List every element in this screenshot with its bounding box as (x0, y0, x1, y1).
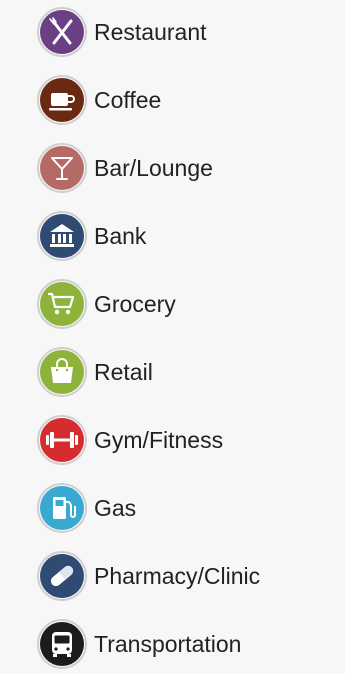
cocktail-glass-icon (37, 143, 87, 193)
legend-item-coffee: Coffee (37, 74, 161, 126)
gas-pump-icon (37, 483, 87, 533)
legend-item-bar-lounge: Bar/Lounge (37, 142, 213, 194)
coffee-cup-icon (37, 75, 87, 125)
legend-item-label: Retail (94, 358, 153, 385)
shopping-cart-icon (37, 279, 87, 329)
legend-item-retail: Retail (37, 346, 153, 398)
category-legend: Restaurant Coffee Bar/Lounge Bank Grocer… (0, 0, 345, 674)
legend-item-label: Transportation (94, 630, 242, 657)
fork-knife-icon (37, 7, 87, 57)
bus-icon (37, 619, 87, 669)
legend-item-label: Gas (94, 494, 137, 521)
legend-item-bank: Bank (37, 210, 146, 262)
legend-item-label: Grocery (94, 290, 176, 317)
legend-item-label: Restaurant (94, 18, 207, 45)
shopping-bag-icon (37, 347, 87, 397)
legend-item-pharmacy-clinic: Pharmacy/Clinic (37, 550, 260, 602)
legend-item-gas: Gas (37, 482, 136, 534)
legend-item-label: Pharmacy/Clinic (94, 562, 261, 589)
dumbbell-icon (37, 415, 87, 465)
legend-item-grocery: Grocery (37, 278, 176, 330)
legend-item-label: Gym/Fitness (94, 426, 224, 453)
bank-building-icon (37, 211, 87, 261)
legend-item-transportation: Transportation (37, 618, 241, 670)
legend-item-label: Bar/Lounge (94, 154, 213, 181)
legend-item-restaurant: Restaurant (37, 6, 207, 58)
legend-item-label: Coffee (94, 86, 162, 113)
legend-item-gym-fitness: Gym/Fitness (37, 414, 223, 466)
legend-item-label: Bank (94, 222, 147, 249)
pill-capsule-icon (37, 551, 87, 601)
